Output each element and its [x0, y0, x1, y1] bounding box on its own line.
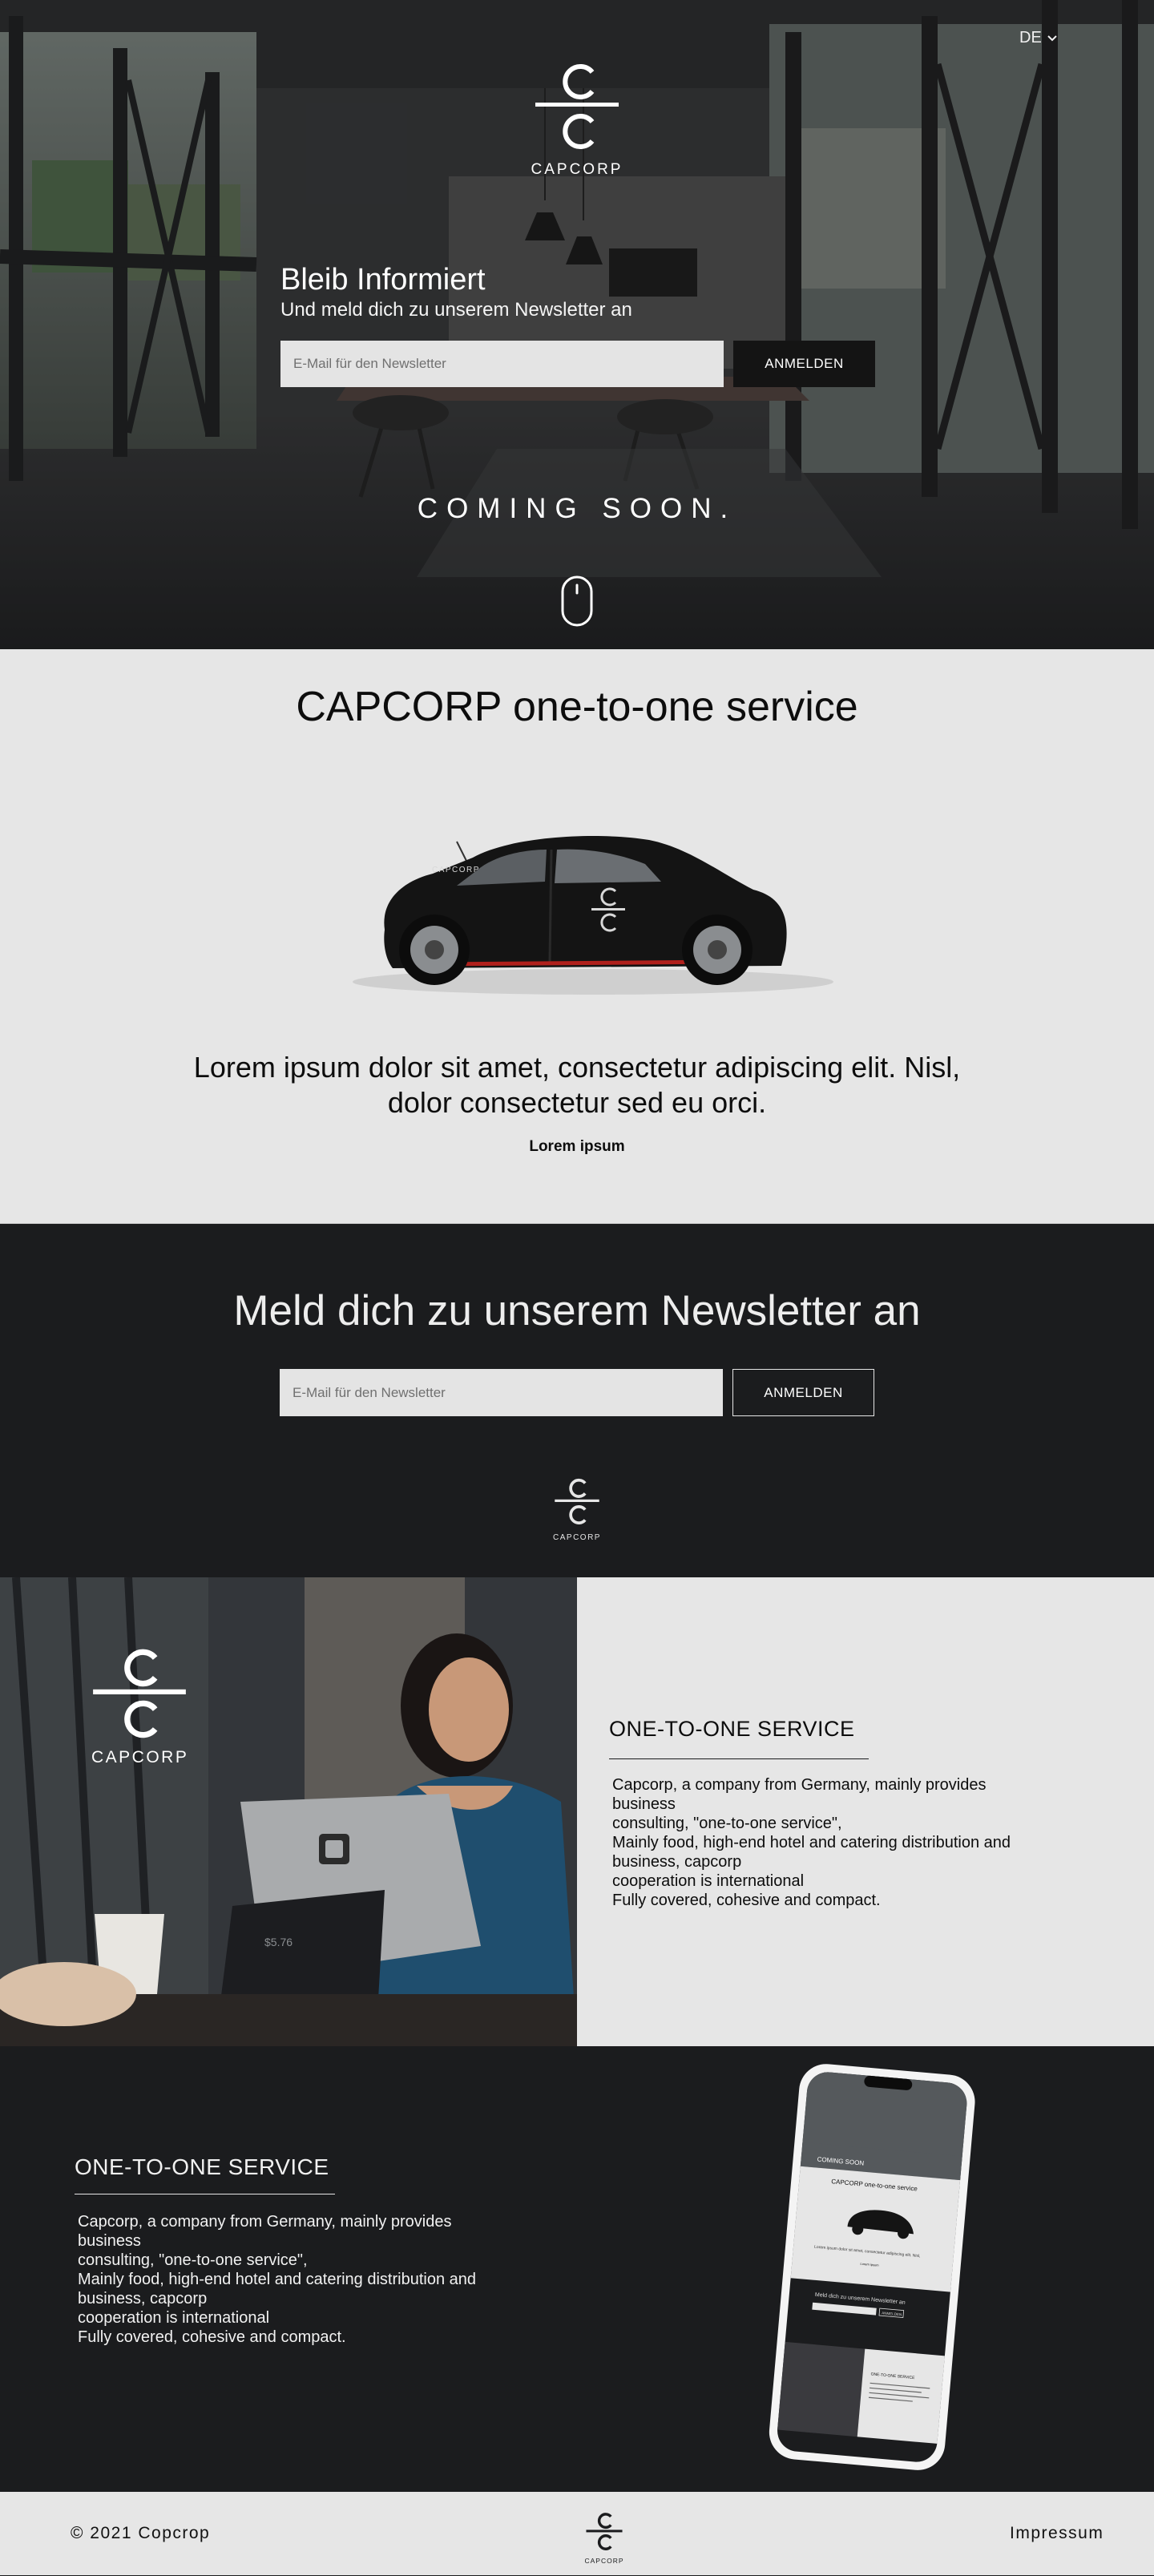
phone-mockup: COMING SOON CAPCORP one-to-one service L… — [769, 2064, 975, 2470]
service-section: CAPCORP one-to-one service CAPCORP Lorem… — [0, 649, 1154, 1223]
body-line: business — [78, 2232, 141, 2250]
capcorp-logo-mark — [535, 64, 619, 149]
copyright-text: © 2021 Copcrop — [71, 2524, 211, 2542]
woman-tablet-photo: $5.76 CAPCORP — [0, 1577, 577, 2046]
feature-section-dark: ONE-TO-ONE SERVICE Capcorp, a company fr… — [0, 2046, 1154, 2492]
newsletter-email-input[interactable] — [280, 1369, 723, 1416]
hero-heading: Bleib Informiert Und meld dich zu unsere… — [280, 261, 632, 322]
footer: © 2021 Copcrop CAPCORP Impressum — [0, 2492, 1154, 2575]
service-description: Lorem ipsum dolor sit amet, consectetur … — [193, 1051, 961, 1119]
woman-tablet-illustration: $5.76 — [0, 1577, 577, 2046]
logo-wordmark: CAPCORP — [584, 2557, 624, 2565]
car-logo-label: CAPCORP — [432, 866, 480, 874]
hero-title: Bleib Informiert — [280, 263, 486, 297]
footer-logo[interactable]: CAPCORP — [583, 2511, 625, 2565]
feature-light-divider — [609, 1758, 869, 1759]
language-switcher[interactable]: DE — [1019, 29, 1058, 47]
body-line: Fully covered, cohesive and compact. — [612, 1892, 881, 1909]
capcorp-logo-mark — [586, 2513, 623, 2550]
body-line: consulting, "one-to-one service", — [78, 2251, 308, 2269]
capcorp-car-image — [353, 836, 833, 995]
body-line: Capcorp, a company from Germany, mainly … — [612, 1776, 987, 1794]
logo-wordmark: CAPCORP — [531, 161, 623, 178]
capcorp-logo-mark — [93, 1649, 186, 1738]
hero-subtitle: Und meld dich zu unserem Newsletter an — [280, 299, 632, 321]
feature-light-heading: ONE-TO-ONE SERVICE — [609, 1717, 855, 1741]
body-line: business, capcorp — [612, 1853, 742, 1871]
body-line: Fully covered, cohesive and compact. — [78, 2328, 346, 2346]
body-line: consulting, "one-to-one service", — [612, 1815, 842, 1832]
newsletter-logo: CAPCORP — [551, 1476, 603, 1542]
feature-section-light: $5.76 CAPCORP ONE-TO-ONE SERVICE Capcorp… — [0, 1577, 1154, 2046]
feature-light-text-panel: ONE-TO-ONE SERVICE Capcorp, a company fr… — [577, 1577, 1154, 2046]
newsletter-form: ANMELDEN — [280, 1369, 874, 1416]
body-line: Mainly food, high-end hotel and catering… — [612, 1834, 1011, 1851]
capcorp-logo[interactable]: CAPCORP — [529, 59, 625, 179]
hero-newsletter-form: ANMELDEN — [280, 341, 875, 387]
mouse-icon[interactable] — [561, 575, 593, 627]
feature-light-body: Capcorp, a company from Germany, mainly … — [612, 1775, 1045, 1910]
feature-dark-body: Capcorp, a company from Germany, mainly … — [78, 2212, 527, 2347]
capcorp-logo-mark — [555, 1478, 599, 1524]
service-title: CAPCORP one-to-one service — [296, 684, 858, 730]
service-caption: Lorem ipsum — [529, 1138, 625, 1155]
body-line: business, capcorp — [78, 2290, 208, 2307]
newsletter-section: Meld dich zu unserem Newsletter an ANMEL… — [0, 1223, 1154, 1577]
coming-soon-text: COMING SOON. — [417, 493, 737, 524]
body-line: cooperation is international — [612, 1872, 805, 1890]
hero-email-input[interactable] — [280, 341, 724, 387]
svg-text:$5.76: $5.76 — [264, 1936, 293, 1948]
chevron-down-icon — [1047, 34, 1057, 41]
body-line: Mainly food, high-end hotel and catering… — [78, 2271, 476, 2288]
logo-wordmark: CAPCORP — [91, 1748, 189, 1766]
body-line: Capcorp, a company from Germany, mainly … — [78, 2213, 452, 2231]
language-label: DE — [1019, 29, 1042, 46]
newsletter-subscribe-button[interactable]: ANMELDEN — [732, 1369, 874, 1416]
hero-subscribe-button[interactable]: ANMELDEN — [733, 341, 875, 387]
feature-dark-heading: ONE-TO-ONE SERVICE — [75, 2154, 329, 2179]
newsletter-title: Meld dich zu unserem Newsletter an — [233, 1287, 921, 1334]
body-line: business — [612, 1795, 676, 1813]
hero-section: DE CAPCORP Bleib Informiert Und meld dic… — [0, 0, 1154, 649]
logo-wordmark: CAPCORP — [553, 1533, 601, 1542]
impressum-link[interactable]: Impressum — [1010, 2524, 1104, 2543]
photo-capcorp-logo: CAPCORP — [90, 1645, 189, 1767]
body-line: cooperation is international — [78, 2309, 270, 2327]
